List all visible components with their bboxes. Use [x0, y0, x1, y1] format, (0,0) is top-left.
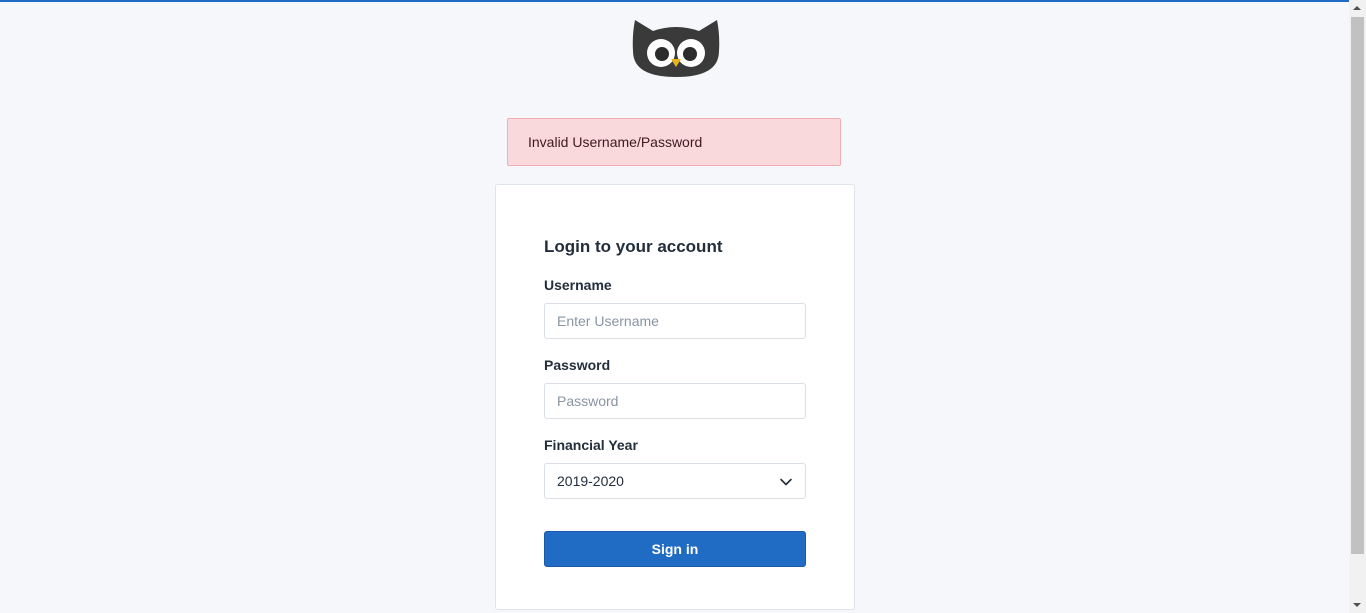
error-alert-message: Invalid Username/Password [528, 134, 703, 150]
financial-year-value: 2019-2020 [557, 473, 624, 489]
login-card: Login to your account Username Password … [495, 184, 855, 610]
password-input[interactable] [544, 383, 806, 419]
scroll-up-icon[interactable] [1353, 6, 1361, 10]
financial-year-label: Financial Year [544, 437, 638, 453]
username-input[interactable] [544, 303, 806, 339]
top-accent-bar [0, 0, 1349, 2]
chevron-down-icon [780, 478, 792, 486]
vertical-scrollbar[interactable] [1349, 0, 1366, 613]
signin-button[interactable]: Sign in [544, 531, 806, 567]
error-alert: Invalid Username/Password [507, 118, 841, 166]
password-label: Password [544, 357, 611, 373]
login-page: Invalid Username/Password Login to your … [0, 0, 1349, 613]
scroll-down-icon[interactable] [1353, 603, 1361, 607]
card-title: Login to your account [544, 237, 723, 256]
owl-logo-icon [631, 17, 721, 79]
financial-year-select[interactable]: 2019-2020 [544, 463, 806, 499]
username-label: Username [544, 277, 612, 293]
scrollbar-thumb[interactable] [1351, 17, 1364, 554]
